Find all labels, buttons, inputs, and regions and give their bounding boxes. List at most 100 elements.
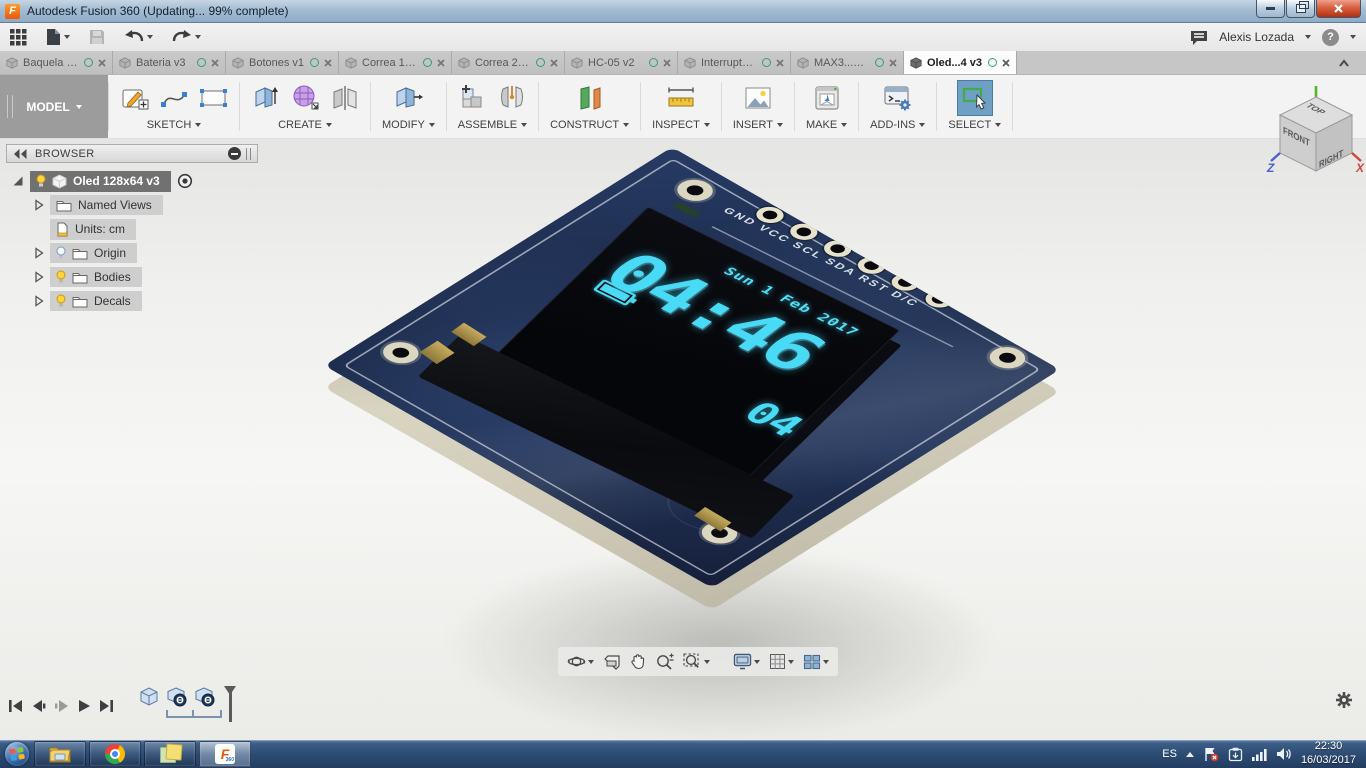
viewports-button[interactable]	[801, 653, 831, 671]
timeline-decal-feature[interactable]	[166, 686, 188, 708]
expand-closed-icon[interactable]	[34, 271, 44, 283]
press-pull-icon[interactable]	[392, 83, 424, 113]
tab-hc05[interactable]: HC-05 v2	[565, 51, 678, 74]
group-dropdown-create[interactable]: CREATE	[278, 119, 332, 131]
panel-grip-icon[interactable]	[246, 148, 251, 160]
panel-minus-icon[interactable]	[228, 147, 241, 160]
tab-close-icon[interactable]	[437, 59, 445, 67]
installer-tray-icon[interactable]	[1228, 747, 1243, 762]
create-sketch-icon[interactable]	[120, 83, 150, 113]
expand-closed-icon[interactable]	[34, 247, 44, 259]
joint-icon[interactable]	[498, 83, 526, 113]
visibility-bulb-on-icon[interactable]	[56, 270, 66, 284]
zoom-button[interactable]	[653, 652, 676, 671]
group-dropdown-modify[interactable]: MODIFY	[382, 119, 435, 131]
group-dropdown-construct[interactable]: CONSTRUCT	[550, 119, 629, 131]
model-viewport[interactable]: GND VCC SCL SDA RST D/C Sun 1 Feb 2017 0…	[0, 139, 1366, 740]
browser-row-bodies[interactable]: Bodies	[12, 265, 193, 289]
comments-icon[interactable]	[1190, 30, 1208, 45]
group-dropdown-make[interactable]: MAKE	[806, 119, 847, 131]
create-form-icon[interactable]	[290, 83, 322, 113]
browser-row-named-views[interactable]: Named Views	[12, 193, 193, 217]
tab-close-icon[interactable]	[550, 59, 558, 67]
timeline-position-marker[interactable]	[224, 686, 238, 722]
orbit-button[interactable]	[565, 651, 596, 672]
oled-module-3d[interactable]: GND VCC SCL SDA RST D/C Sun 1 Feb 2017 0…	[324, 147, 1060, 588]
group-dropdown-select[interactable]: SELECT	[948, 119, 1001, 131]
tab-close-icon[interactable]	[663, 59, 671, 67]
action-center-flag-icon[interactable]	[1203, 747, 1219, 762]
browser-root-chip[interactable]: Oled 128x64 v3	[30, 171, 171, 192]
insert-image-icon[interactable]	[743, 85, 773, 111]
measure-icon[interactable]	[665, 85, 697, 111]
tab-interruptor[interactable]: Interruptor v1	[678, 51, 791, 74]
tab-correa1[interactable]: Correa 1 v4	[339, 51, 452, 74]
timeline-decal-feature[interactable]	[194, 686, 216, 708]
tab-close-icon[interactable]	[776, 59, 784, 67]
close-button[interactable]	[1316, 0, 1361, 18]
app-grid-button[interactable]	[10, 29, 27, 46]
browser-root-row[interactable]: Oled 128x64 v3	[12, 169, 193, 193]
look-at-button[interactable]	[601, 653, 623, 671]
extrude-icon[interactable]	[251, 83, 281, 113]
taskbar-explorer-button[interactable]	[34, 741, 86, 767]
timeline-step-forward-button[interactable]	[54, 699, 69, 713]
redo-button[interactable]	[172, 30, 201, 45]
visibility-bulb-on-icon[interactable]	[56, 294, 66, 308]
user-menu-caret-icon[interactable]	[1305, 35, 1311, 39]
browser-row-units[interactable]: Units: cm	[12, 217, 193, 241]
browser-row-origin[interactable]: Origin	[12, 241, 193, 265]
restore-button[interactable]	[1286, 0, 1315, 18]
tab-bateria[interactable]: Bateria v3	[113, 51, 226, 74]
help-caret-icon[interactable]	[1350, 35, 1356, 39]
expand-closed-icon[interactable]	[34, 199, 44, 211]
start-button[interactable]	[3, 741, 31, 767]
group-dropdown-inspect[interactable]: INSPECT	[652, 119, 710, 131]
volume-icon[interactable]	[1276, 747, 1292, 761]
timeline-go-end-button[interactable]	[99, 699, 114, 713]
taskbar-chrome-button[interactable]	[89, 741, 141, 767]
taskbar-notes-button[interactable]	[144, 741, 196, 767]
taskbar-fusion-button[interactable]: F 360	[199, 741, 251, 767]
group-dropdown-addins[interactable]: ADD-INS	[870, 119, 925, 131]
tab-close-icon[interactable]	[98, 59, 106, 67]
visibility-bulb-on-icon[interactable]	[36, 174, 46, 188]
timeline-body-feature[interactable]	[138, 686, 160, 708]
tab-close-icon[interactable]	[211, 59, 219, 67]
tab-botones[interactable]: Botones v1	[226, 51, 339, 74]
tab-baquela[interactable]: Baquela v12	[0, 51, 113, 74]
workspace-switcher[interactable]: MODEL	[0, 75, 108, 138]
group-dropdown-insert[interactable]: INSERT	[733, 119, 783, 131]
user-name[interactable]: Alexis Lozada	[1219, 30, 1294, 44]
timeline-go-start-button[interactable]	[8, 699, 23, 713]
minimize-button[interactable]	[1256, 0, 1285, 18]
select-tool-active[interactable]	[957, 80, 993, 116]
language-indicator[interactable]: ES	[1162, 748, 1177, 760]
tab-max3[interactable]: MAX3...0 v3	[791, 51, 904, 74]
tray-clock[interactable]: 22:30 16/03/2017	[1301, 740, 1356, 768]
tab-close-icon[interactable]	[324, 59, 332, 67]
group-dropdown-assemble[interactable]: ASSEMBLE	[458, 119, 527, 131]
tab-close-icon[interactable]	[1002, 59, 1010, 67]
spline-icon[interactable]	[159, 85, 189, 111]
mirror-icon[interactable]	[331, 84, 359, 112]
tab-oled-active[interactable]: Oled...4 v3	[904, 51, 1017, 74]
network-signal-icon[interactable]	[1252, 748, 1267, 761]
save-button[interactable]	[89, 29, 105, 45]
new-component-icon[interactable]	[459, 83, 489, 113]
tab-correa2[interactable]: Correa 2 v10	[452, 51, 565, 74]
collapse-panel-icon[interactable]	[13, 149, 27, 159]
rectangle-tool-icon[interactable]	[198, 86, 228, 110]
print-3d-icon[interactable]	[812, 84, 842, 112]
file-menu-button[interactable]	[46, 28, 70, 46]
tab-overflow-button[interactable]	[1338, 59, 1350, 67]
help-button[interactable]: ?	[1322, 29, 1339, 46]
timeline-step-back-button[interactable]	[31, 699, 46, 713]
construct-plane-icon[interactable]	[575, 83, 605, 113]
browser-panel-header[interactable]: BROWSER	[6, 144, 258, 163]
timeline-play-button[interactable]	[77, 699, 91, 713]
pan-button[interactable]	[628, 652, 648, 671]
tab-close-icon[interactable]	[889, 59, 897, 67]
group-dropdown-sketch[interactable]: SKETCH	[147, 119, 202, 131]
expand-closed-icon[interactable]	[34, 295, 44, 307]
